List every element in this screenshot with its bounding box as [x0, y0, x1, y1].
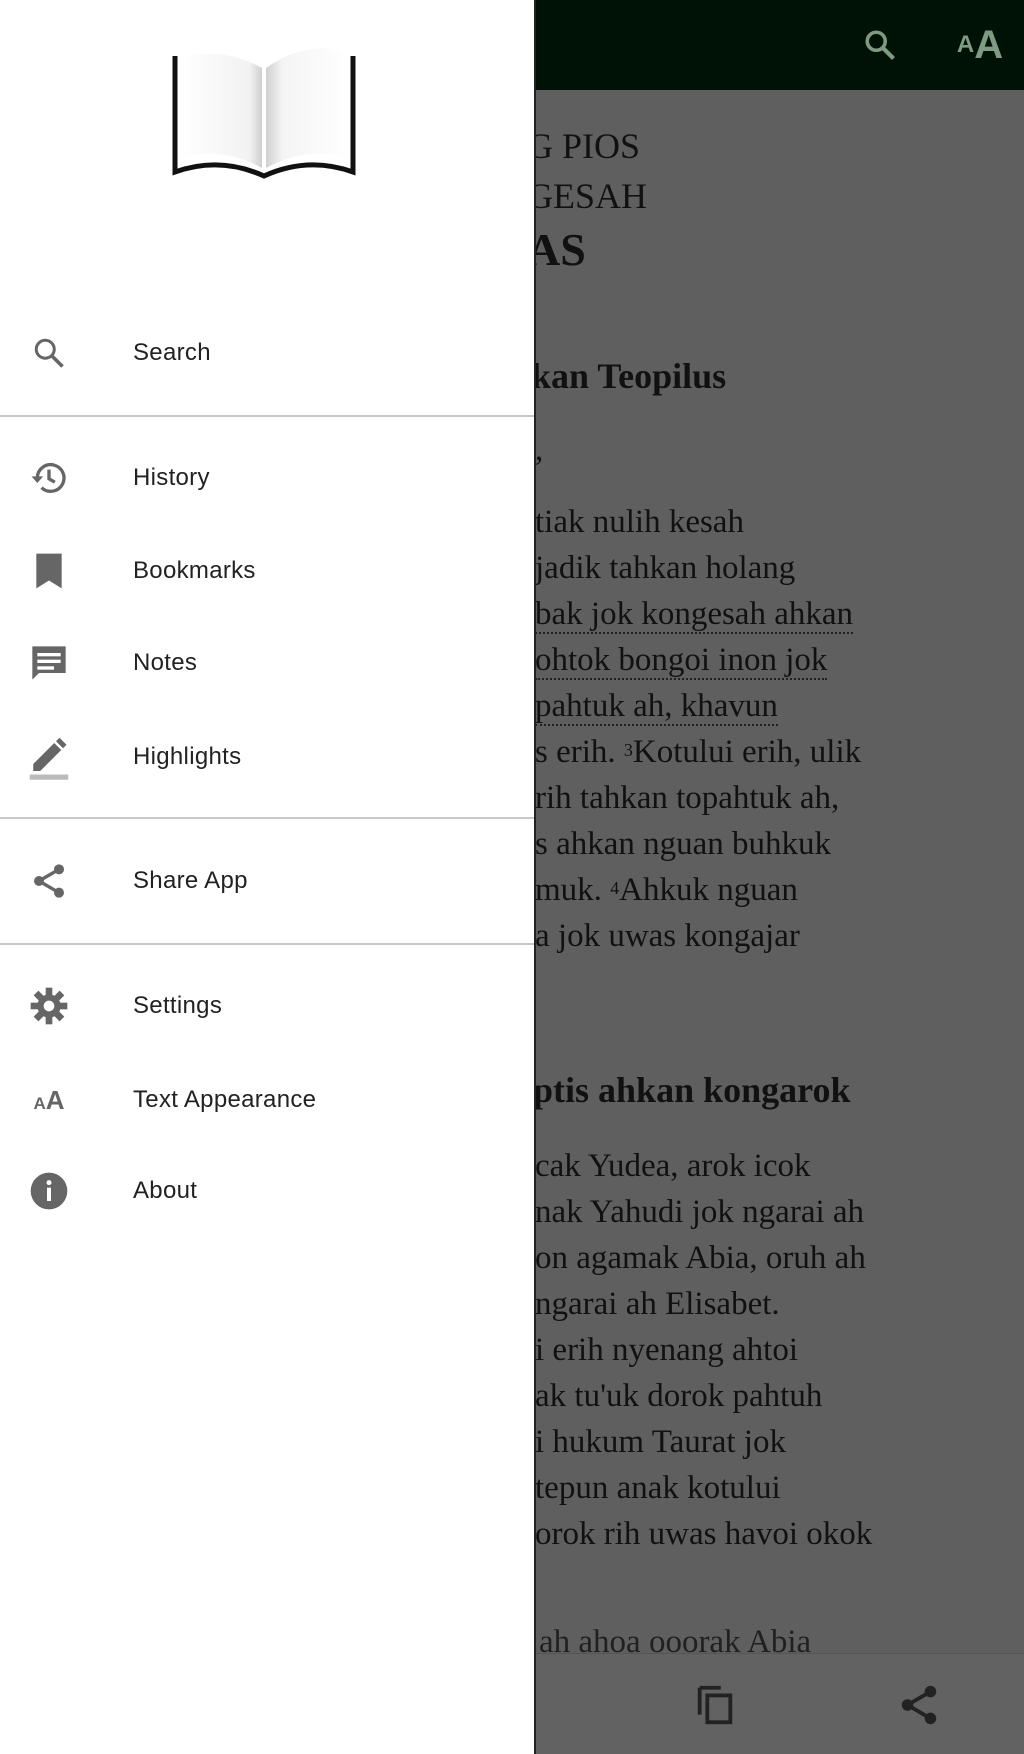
text-fragment: tiak nulih kesah [535, 504, 744, 540]
text-line: ak tu'uk dorok pahtuh [535, 1378, 823, 1414]
share-icon[interactable] [896, 1682, 942, 1728]
text-size-icon[interactable]: AA [955, 22, 1005, 68]
text-fragment: a jok uwas kongajar [535, 918, 800, 954]
notes-icon [28, 642, 70, 684]
search-icon [28, 332, 70, 374]
drawer-item-label: Settings [133, 992, 223, 1019]
section-heading: ptis ahkan kongarok [535, 1070, 851, 1110]
drawer-item-label: Bookmarks [133, 557, 256, 584]
text-fragment: ohtok bongoi inon jok [535, 642, 828, 680]
text-line: bak jok kongesah ahkan [535, 594, 853, 634]
drawer-item-label: Notes [133, 649, 198, 676]
share-icon [28, 860, 70, 902]
bottom-action-bar [535, 1653, 1024, 1754]
drawer-item-notes[interactable]: Notes [0, 623, 534, 703]
drawer-item-share-app[interactable]: Share App [0, 841, 534, 921]
drawer-item-label: About [133, 1177, 198, 1204]
book-title: AS [535, 224, 586, 275]
open-book-logo [172, 38, 356, 182]
verse-number: 3 [623, 740, 633, 760]
gear-icon [28, 985, 70, 1027]
text-line: cak Yudea, arok icok [535, 1148, 811, 1184]
text-line: tepun anak kotului [535, 1470, 781, 1506]
highlight-pen-icon [28, 736, 70, 780]
drawer-item-label: Text Appearance [133, 1086, 317, 1113]
bookmark-icon [28, 550, 70, 592]
text-line: , [535, 432, 544, 468]
section-heading: kan Teopilus [535, 356, 727, 396]
drawer-item-label: Highlights [133, 743, 242, 770]
drawer-item-highlights[interactable]: Highlights [0, 717, 534, 797]
text-fragment: Kotului erih, ulik [632, 734, 862, 770]
text-line: orok rih uwas havoi okok [535, 1516, 873, 1552]
text-fragment: rih tahkan topahtuk ah, [535, 780, 840, 816]
verse-number: 4 [610, 878, 620, 898]
drawer-item-label: Share App [133, 867, 248, 894]
text-line: a jok uwas kongajar [535, 916, 800, 956]
text-line: ohtok bongoi inon jok [535, 640, 828, 680]
text-line-partial: ah ahoa ooorak Abia [539, 1624, 812, 1653]
text-line: ngarai ah Elisabet. [535, 1286, 780, 1322]
text-fragment: pahtuk ah, khavun [535, 688, 778, 726]
text-fragment: muk. [535, 872, 611, 908]
drawer-item-text-appearance[interactable]: AA Text Appearance [0, 1060, 534, 1140]
divider [0, 943, 534, 945]
drawer-item-bookmarks[interactable]: Bookmarks [0, 531, 534, 611]
drawer-item-about[interactable]: About [0, 1151, 534, 1231]
navigation-drawer: Search History Bookmarks Notes Highlights Sha… [0, 0, 534, 1754]
text-line: i hukum Taurat jok [535, 1424, 786, 1460]
text-fragment: bak jok kongesah ahkan [535, 596, 853, 634]
text-size-icon: AA [33, 1084, 65, 1115]
text-line: tiak nulih kesah [535, 502, 744, 542]
text-line: i erih nyenang ahtoi [535, 1332, 799, 1368]
text-fragment: s erih. [535, 734, 624, 770]
book-title-line: G PIOS [535, 126, 641, 166]
info-icon [28, 1170, 70, 1212]
text-line: rih tahkan topahtuk ah, [535, 778, 839, 818]
text-line: s ahkan nguan buhkuk [535, 824, 831, 864]
divider [0, 415, 534, 417]
divider [0, 817, 534, 819]
text-fragment: Ahkuk nguan [619, 872, 798, 908]
drawer-item-label: History [133, 464, 210, 491]
text-line: jadik tahkan holang [535, 548, 795, 588]
drawer-item-label: Search [133, 339, 211, 366]
history-icon [28, 457, 70, 499]
text-fragment: jadik tahkan holang [535, 550, 796, 586]
book-title-line: GESAH [535, 176, 648, 216]
text-line: on agamak Abia, oruh ah [535, 1240, 866, 1276]
text-line: s erih. 3Kotului erih, ulik [535, 732, 861, 772]
search-icon[interactable] [855, 22, 905, 68]
drawer-item-history[interactable]: History [0, 438, 534, 518]
scripture-text: G PIOS GESAH AS kan Teopilus , tiak nuli… [535, 90, 1024, 1653]
copy-icon[interactable] [692, 1682, 738, 1728]
text-line: nak Yahudi jok ngarai ah [535, 1194, 865, 1230]
drawer-item-search[interactable]: Search [0, 313, 534, 393]
text-line: muk. 4Ahkuk nguan [535, 870, 798, 910]
text-fragment: s ahkan nguan buhkuk [535, 826, 832, 862]
drawer-item-settings[interactable]: Settings [0, 966, 534, 1046]
text-line: pahtuk ah, khavun [535, 686, 778, 726]
